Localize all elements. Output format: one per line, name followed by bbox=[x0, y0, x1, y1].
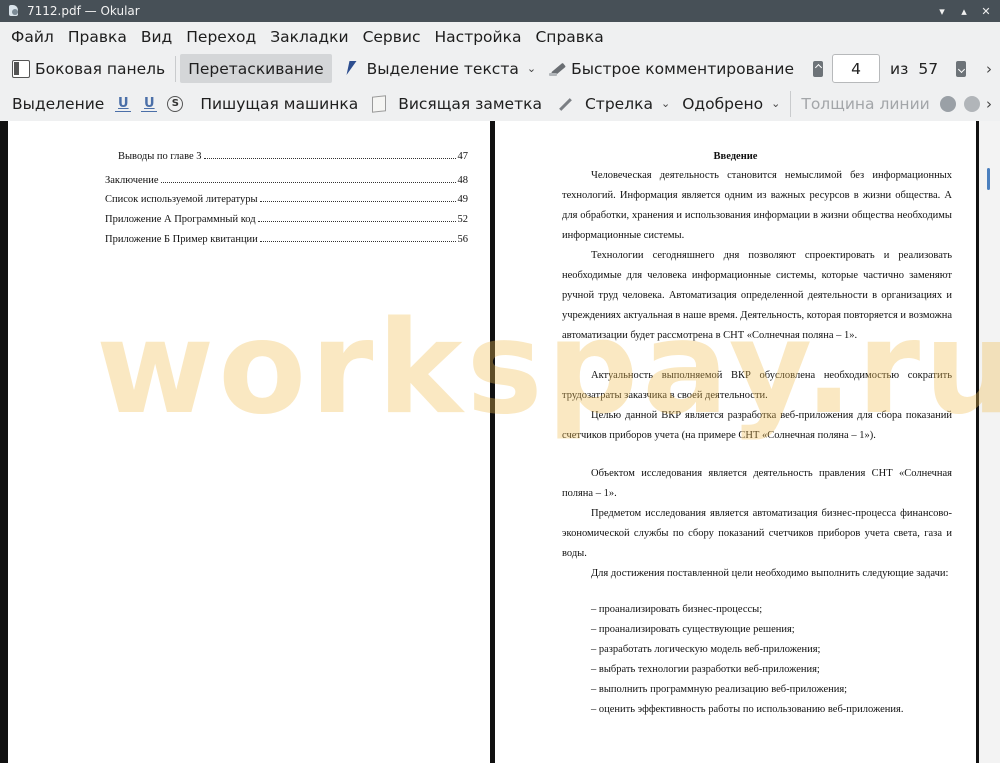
window-controls: ▾ ▴ ✕ bbox=[934, 3, 994, 19]
menu-settings[interactable]: Настройка bbox=[428, 28, 529, 46]
quick-annotation-button[interactable]: Быстрое комментирование bbox=[542, 54, 800, 83]
line-width-button[interactable]: Толщина линии bbox=[795, 89, 935, 118]
paragraph: Человеческая деятельность становится нем… bbox=[562, 170, 952, 241]
typewriter-tool-button[interactable]: Пишущая машинка bbox=[194, 89, 364, 118]
task-item: – проанализировать существующие решения; bbox=[591, 624, 795, 635]
stamp-tool-button[interactable]: Одобрено ⌄ bbox=[676, 89, 786, 118]
minimize-icon[interactable]: ▾ bbox=[934, 3, 950, 19]
highlight-tool-label: Выделение bbox=[12, 94, 105, 113]
pdf-page-right: Введение Человеческая деятельность стано… bbox=[495, 121, 976, 763]
menu-edit[interactable]: Правка bbox=[61, 28, 134, 46]
page-up-icon bbox=[813, 60, 823, 77]
opacity-icon[interactable] bbox=[963, 95, 980, 112]
page-total-label: 57 bbox=[918, 59, 939, 78]
menu-file[interactable]: Файл bbox=[4, 28, 61, 46]
line-width-label: Толщина линии bbox=[801, 94, 930, 113]
title-bar: 7112.pdf — Okular ▾ ▴ ✕ bbox=[0, 0, 1000, 22]
typewriter-tool-label: Пишущая машинка bbox=[200, 94, 359, 113]
maximize-icon[interactable]: ▴ bbox=[956, 3, 972, 19]
text-select-tool-label: Выделение текста bbox=[366, 59, 519, 78]
task-item: – выбрать технологии разработки веб-прил… bbox=[591, 664, 820, 675]
page-of-label: из bbox=[890, 59, 909, 78]
vertical-scrollbar[interactable] bbox=[979, 121, 1000, 763]
pdf-page-left: Выводы по главе 3 47 Заключение 48 Список … bbox=[8, 121, 490, 763]
arrow-tool-button[interactable]: Стрелка ⌄ bbox=[579, 89, 676, 118]
paragraph: Технологии сегодняшнего дня позволяют сп… bbox=[562, 250, 952, 341]
stamp-tool-label: Одобрено bbox=[682, 94, 764, 113]
annotation-toolbar: Выделение U U S Пишущая машинка Висящая … bbox=[0, 86, 1000, 121]
previous-page-button[interactable] bbox=[810, 59, 826, 79]
arrow-line-icon bbox=[556, 95, 574, 113]
menu-bookmarks[interactable]: Закладки bbox=[263, 28, 355, 46]
toolbar-overflow-icon[interactable]: › bbox=[986, 95, 992, 113]
page-heading: Введение bbox=[713, 151, 758, 162]
sidebar-icon bbox=[12, 59, 30, 78]
menu-view[interactable]: Вид bbox=[134, 28, 179, 46]
toc-entry[interactable]: Заключение 48 bbox=[105, 175, 468, 186]
sidebar-button-label: Боковая панель bbox=[35, 59, 166, 78]
paragraph: Для достижения поставленной цели необход… bbox=[591, 568, 949, 579]
close-icon[interactable]: ✕ bbox=[978, 3, 994, 19]
toolbar-overflow-icon[interactable]: › bbox=[986, 60, 992, 78]
task-item: – разработать логическую модель веб-прил… bbox=[591, 644, 821, 655]
page-down-icon bbox=[956, 60, 967, 77]
page-number-input[interactable] bbox=[832, 54, 880, 83]
toolbar-separator bbox=[790, 90, 792, 117]
note-icon bbox=[372, 94, 387, 113]
paragraph: Предметом исследования является автомати… bbox=[562, 508, 952, 559]
next-page-button[interactable] bbox=[953, 59, 969, 79]
color-picker-icon[interactable] bbox=[939, 95, 956, 112]
chevron-down-icon[interactable]: ⌄ bbox=[661, 97, 670, 110]
menu-tools[interactable]: Сервис bbox=[356, 28, 428, 46]
paragraph: Актуальность выполняемой ВКР обусловлена… bbox=[562, 370, 952, 401]
popup-note-tool-label: Висящая заметка bbox=[398, 94, 542, 113]
toc-entry[interactable]: Приложение А Программный код 52 bbox=[105, 214, 468, 225]
browse-tool-button[interactable]: Перетаскивание bbox=[180, 54, 332, 83]
chevron-down-icon[interactable]: ⌄ bbox=[771, 97, 780, 110]
toolbar-separator bbox=[175, 55, 177, 82]
menu-bar: Файл Правка Вид Переход Закладки Сервис … bbox=[0, 22, 1000, 51]
popup-note-tool-button[interactable]: Висящая заметка bbox=[392, 89, 548, 118]
main-toolbar: Боковая панель Перетаскивание Выделение … bbox=[0, 51, 1000, 86]
task-item: – проанализировать бизнес-процессы; bbox=[591, 604, 763, 615]
quick-annotation-label: Быстрое комментирование bbox=[571, 59, 794, 78]
pen-icon bbox=[548, 60, 566, 78]
scrollbar-thumb[interactable] bbox=[987, 168, 990, 190]
okular-app-icon bbox=[7, 4, 21, 18]
window-title: 7112.pdf — Okular bbox=[27, 4, 140, 18]
chevron-down-icon[interactable]: ⌄ bbox=[527, 62, 536, 75]
browse-tool-label: Перетаскивание bbox=[188, 59, 324, 78]
document-viewport[interactable]: Выводы по главе 3 47 Заключение 48 Список … bbox=[0, 121, 1000, 763]
toc-entry[interactable]: Приложение Б Пример квитанции 56 bbox=[105, 234, 468, 245]
task-item: – оценить эффективность работы по исполь… bbox=[591, 704, 904, 715]
arrow-tool-label: Стрелка bbox=[584, 94, 653, 113]
highlight-tool-button[interactable]: Выделение bbox=[6, 89, 110, 118]
menu-go[interactable]: Переход bbox=[179, 28, 263, 46]
toc-entry[interactable]: Выводы по главе 3 47 bbox=[118, 151, 468, 162]
squiggle-underline-icon[interactable]: U bbox=[141, 96, 158, 112]
text-select-tool-button[interactable]: Выделение текста ⌄ bbox=[338, 54, 542, 83]
toc-entry[interactable]: Список используемой литературы 49 bbox=[105, 194, 468, 205]
paragraph: Объектом исследования является деятельно… bbox=[562, 468, 952, 499]
cursor-arrow-icon bbox=[344, 60, 362, 78]
sidebar-button[interactable]: Боковая панель bbox=[6, 54, 171, 83]
menu-help[interactable]: Справка bbox=[528, 28, 610, 46]
underline-icon[interactable]: U bbox=[115, 96, 132, 112]
task-item: – выполнить программную реализацию веб-п… bbox=[591, 684, 848, 695]
strikeout-icon[interactable]: S bbox=[167, 95, 184, 112]
paragraph: Целью данной ВКР является разработка веб… bbox=[562, 410, 952, 441]
